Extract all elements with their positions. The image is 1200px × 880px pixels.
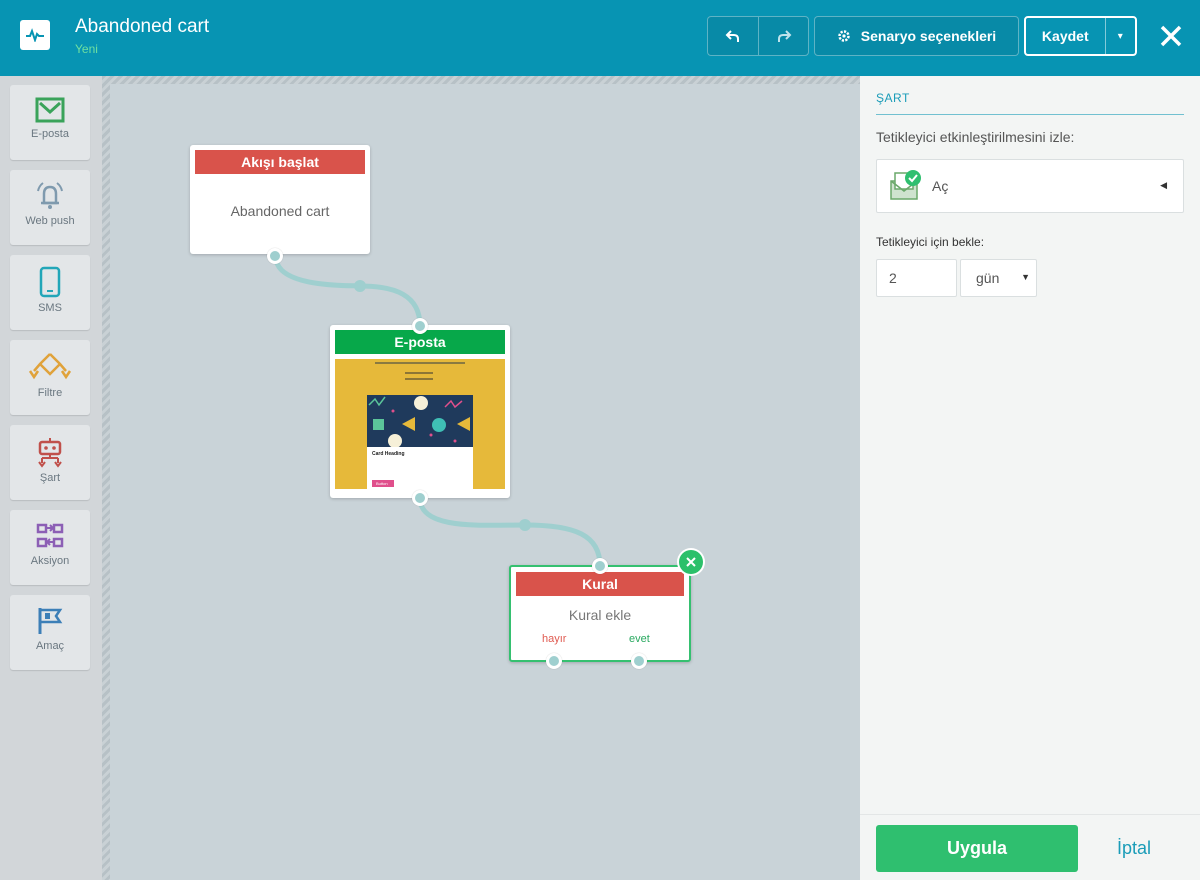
toolbox-item-label: SMS [38,302,62,314]
wait-trigger-label: Tetikleyici için bekle: [876,235,985,249]
remove-node-button[interactable] [679,550,703,574]
panel-title: ŞART [876,91,910,105]
apply-button[interactable]: Uygula [876,825,1078,872]
node-toolbox: E-posta Web push SMS Filtre Şart Aksiyon… [0,76,102,880]
caret-down-icon: ▼ [1021,272,1030,282]
toolbox-item-label: Web push [25,215,75,227]
rule-yes-branch-label: evet [629,633,650,645]
close-icon [1160,25,1182,47]
toolbox-item-web-push[interactable]: Web push [10,170,90,245]
node-header: Kural [516,572,684,596]
divider [876,114,1184,115]
phone-icon [39,266,61,298]
divider [860,814,1200,815]
properties-panel: ŞART Tetikleyici etkinleştirilmesini izl… [860,76,1200,880]
toolbox-item-sms[interactable]: SMS [10,255,90,330]
rule-node[interactable]: Kural Kural ekle hayır evet [509,565,691,662]
start-flow-node[interactable]: Akışı başlat Abandoned cart [190,145,370,254]
wait-unit-value: gün [976,270,1000,286]
top-bar: Abandoned cart Yeni Senaryo seçenekleri … [0,0,1200,76]
toolbox-item-email[interactable]: E-posta [10,85,90,160]
email-thumbnail: Card Heading Button [335,359,505,489]
node-body: Abandoned cart [230,203,330,219]
node-header: Akışı başlat [195,150,365,174]
toolbox-item-action[interactable]: Aksiyon [10,510,90,585]
email-input-port[interactable] [412,318,428,334]
wait-amount-input[interactable]: 2 [876,259,957,297]
wait-unit-select[interactable]: gün ▼ [960,259,1037,297]
email-node[interactable]: E-posta Card Heading Button [330,325,510,498]
watch-trigger-value: Aç [932,178,949,194]
rule-input-port[interactable] [592,558,608,574]
caret-left-icon: ◀ [1160,180,1167,190]
undo-icon [725,30,739,42]
watch-trigger-label: Tetikleyici etkinleştirilmesini izle: [876,129,1075,145]
preview-button: Button [376,481,388,486]
scenario-options-button[interactable]: Senaryo seçenekleri [814,16,1019,56]
node-body: Kural ekle [568,607,632,623]
watch-trigger-select[interactable]: Aç ◀ [876,159,1184,213]
toolbox-item-label: Amaç [35,640,65,652]
preview-heading: Card Heading [372,451,405,457]
save-dropdown-toggle[interactable]: ▾ [1104,18,1135,54]
caret-down-icon: ▾ [1117,30,1123,42]
envelope-icon [35,97,65,123]
toolbox-item-label: Şart [39,472,61,484]
filter-branch-icon [28,353,72,380]
scenario-title[interactable]: Abandoned cart [75,16,209,38]
redo-button[interactable] [758,17,808,55]
save-button[interactable]: Kaydet [1026,28,1105,44]
close-button[interactable] [1157,22,1185,50]
flag-icon [38,608,63,634]
bell-icon [37,182,63,209]
toolbox-item-filter[interactable]: Filtre [10,340,90,415]
toolbox-item-condition[interactable]: Şart [10,425,90,500]
rule-no-output-port[interactable] [546,653,562,669]
canvas-border [102,76,860,84]
close-icon [686,557,696,567]
undo-redo-group [707,16,809,56]
scenario-status: Yeni [75,42,98,56]
email-opened-icon [888,169,922,208]
toolbox-item-label: Aksiyon [30,555,70,567]
rule-yes-output-port[interactable] [631,653,647,669]
rule-no-branch-label: hayır [542,633,567,645]
scenario-options-label: Senaryo seçenekleri [860,28,997,44]
redo-icon [777,30,791,42]
app-logo-icon [20,20,50,50]
canvas-border [102,76,110,880]
cancel-button[interactable]: İptal [1117,838,1151,859]
email-output-port[interactable] [412,490,428,506]
start-output-port[interactable] [267,248,283,264]
condition-robot-icon [38,438,62,468]
action-icon [36,523,64,548]
toolbox-item-goal[interactable]: Amaç [10,595,90,670]
toolbox-item-label: Filtre [37,387,63,399]
undo-button[interactable] [708,17,758,55]
gear-icon [838,30,850,42]
save-button-group: Kaydet ▾ [1024,16,1137,56]
toolbox-item-label: E-posta [31,128,69,140]
